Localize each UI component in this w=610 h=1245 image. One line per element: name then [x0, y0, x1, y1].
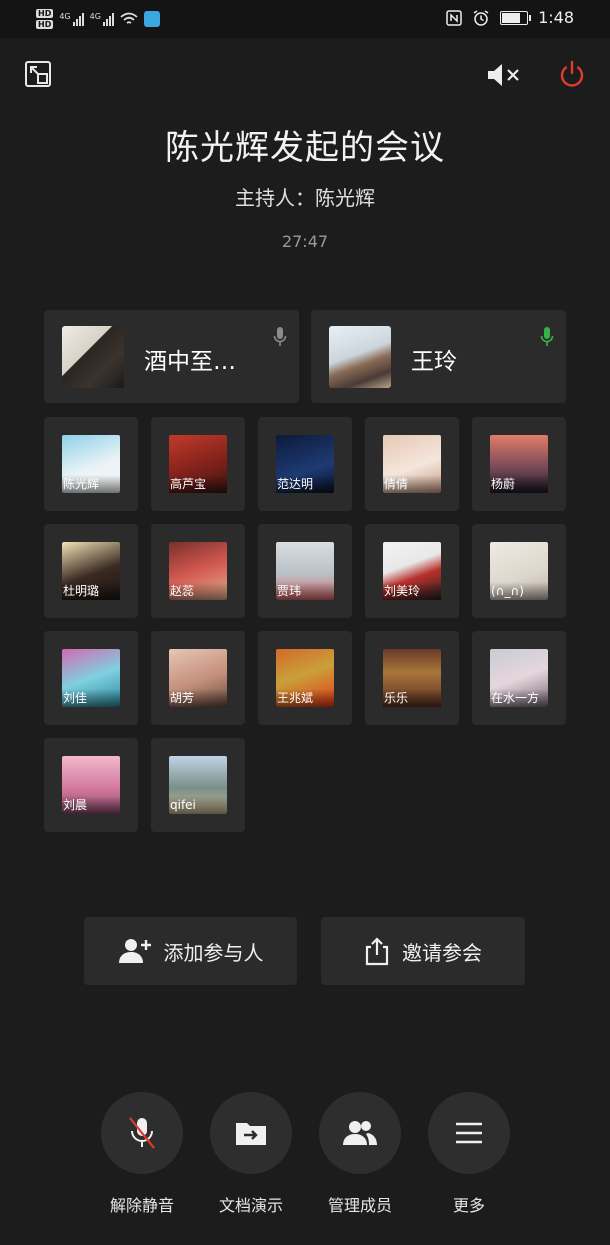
- speaker-mute-button[interactable]: [486, 62, 522, 92]
- add-participant-label: 添加参与人: [163, 940, 264, 965]
- battery-icon: [500, 10, 532, 25]
- invite-button[interactable]: 邀请参会: [321, 917, 525, 985]
- participant-name: 杜明璐: [62, 582, 120, 600]
- speaker-name: 酒中至…: [144, 349, 236, 375]
- mic-muted-icon: [129, 1117, 155, 1149]
- share-document-button[interactable]: [210, 1092, 292, 1174]
- avatar: [62, 326, 124, 388]
- participant-tile[interactable]: 王兆斌: [258, 631, 352, 725]
- participant-name: 贾玮: [276, 582, 334, 600]
- participant-name: 高芦宝: [169, 475, 227, 493]
- share-document-label: 文档演示: [218, 1196, 283, 1215]
- clock: 1:48: [538, 8, 574, 27]
- participant-tile[interactable]: 范达明: [258, 417, 352, 511]
- participant-tile[interactable]: 乐乐: [365, 631, 459, 725]
- mic-icon: [273, 326, 287, 352]
- app-notification-icon: [143, 11, 160, 27]
- participant-name: 乐乐: [383, 689, 441, 707]
- speaker-name: 王玲: [411, 349, 457, 375]
- share-icon: [365, 937, 389, 966]
- invite-label: 邀请参会: [402, 940, 482, 965]
- participant-name: qifei: [169, 796, 227, 814]
- network-type: 4G: [59, 12, 71, 21]
- signal-1: 4G: [59, 12, 84, 26]
- participant-name: 陈光辉: [62, 475, 120, 493]
- folder-share-icon: [236, 1123, 266, 1145]
- manage-members-button[interactable]: [319, 1092, 401, 1174]
- meeting-title: 陈光辉发起的会议: [165, 128, 445, 168]
- participant-name: 胡芳: [169, 689, 227, 707]
- participant-name: 赵蕊: [169, 582, 227, 600]
- participant-tile[interactable]: 倩倩: [365, 417, 459, 511]
- members-icon: [343, 1121, 377, 1145]
- minimize-window-button[interactable]: [24, 60, 52, 92]
- manage-members-label: 管理成员: [327, 1196, 392, 1215]
- participant-tile[interactable]: 刘晨: [44, 738, 138, 832]
- participant-tile[interactable]: 高芦宝: [151, 417, 245, 511]
- hd-badge: HD: [36, 9, 54, 18]
- hd-badge: HD: [36, 20, 54, 29]
- signal-icon: [102, 12, 114, 26]
- status-right: 1:48: [446, 8, 574, 27]
- participant-tile[interactable]: qifei: [151, 738, 245, 832]
- signal-icon: [72, 12, 84, 26]
- participant-name: 杨蔚: [490, 475, 548, 493]
- participant-name: 刘晨: [62, 796, 120, 814]
- nfc-icon: [446, 9, 462, 26]
- alarm-icon: [473, 9, 489, 26]
- participant-tile[interactable]: 赵蕊: [151, 524, 245, 618]
- unmute-label: 解除静音: [109, 1196, 174, 1215]
- speaker-muted-icon: [488, 64, 519, 86]
- speaker-card[interactable]: 王玲: [311, 310, 566, 403]
- meeting-timer: 27:47: [281, 232, 329, 251]
- participant-tile[interactable]: (∩_∩): [472, 524, 566, 618]
- add-user-icon: [118, 939, 151, 963]
- minimize-window-icon: [25, 61, 51, 87]
- avatar: [329, 326, 391, 388]
- mic-active-icon: [540, 326, 554, 352]
- participant-tile[interactable]: 杜明璐: [44, 524, 138, 618]
- meeting-host: 主持人：陈光辉: [235, 186, 375, 210]
- wifi-icon: [120, 12, 138, 24]
- participant-name: 刘佳: [62, 689, 120, 707]
- add-participant-button[interactable]: 添加参与人: [84, 917, 297, 985]
- participant-name: (∩_∩): [490, 582, 548, 600]
- more-button[interactable]: [428, 1092, 510, 1174]
- participant-name: 刘美玲: [383, 582, 441, 600]
- end-meeting-button[interactable]: [557, 60, 587, 94]
- participant-tile[interactable]: 胡芳: [151, 631, 245, 725]
- status-left: HD HD 4G 4G: [36, 6, 160, 32]
- power-icon: [560, 60, 584, 87]
- participant-name: 倩倩: [383, 475, 441, 493]
- speaker-card[interactable]: 酒中至…: [44, 310, 299, 403]
- signal-2: 4G: [90, 12, 114, 26]
- menu-icon: [456, 1122, 482, 1144]
- participant-name: 王兆斌: [276, 689, 334, 707]
- participant-tile[interactable]: 贾玮: [258, 524, 352, 618]
- participant-name: 在水一方: [490, 689, 548, 707]
- more-label: 更多: [452, 1196, 485, 1215]
- participant-tile[interactable]: 刘佳: [44, 631, 138, 725]
- hd-badges: HD HD: [36, 9, 54, 29]
- participant-tile[interactable]: 刘美玲: [365, 524, 459, 618]
- network-type: 4G: [89, 12, 101, 21]
- participant-tile[interactable]: 杨蔚: [472, 417, 566, 511]
- status-bar: HD HD 4G 4G 1:48: [0, 0, 610, 38]
- participant-tile[interactable]: 在水一方: [472, 631, 566, 725]
- unmute-button[interactable]: [101, 1092, 183, 1174]
- participant-tile[interactable]: 陈光辉: [44, 417, 138, 511]
- participant-name: 范达明: [276, 475, 334, 493]
